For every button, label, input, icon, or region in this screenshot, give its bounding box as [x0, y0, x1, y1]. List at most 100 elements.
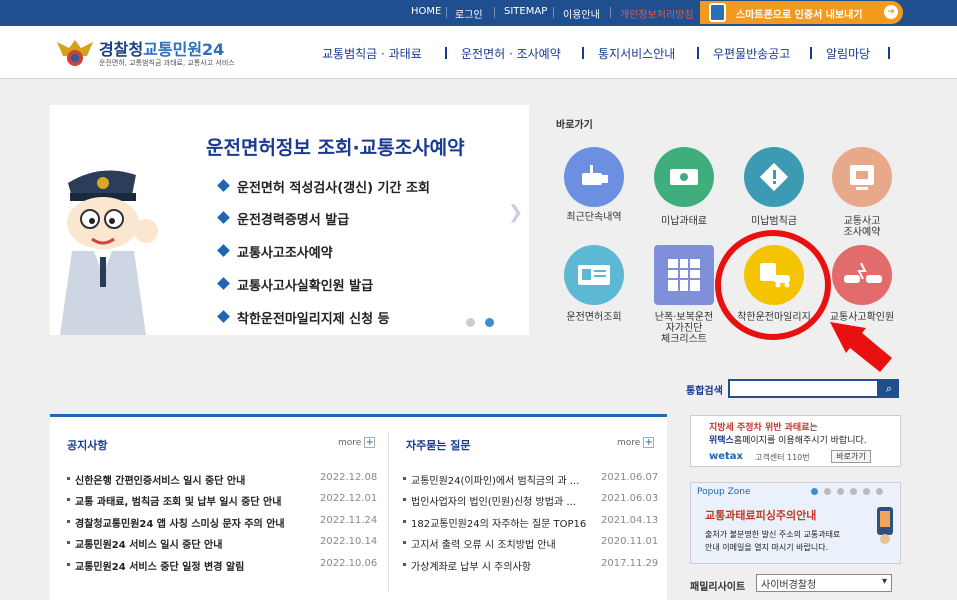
family-site-select[interactable]: 사이버경찰청 ▾	[756, 574, 892, 592]
divider	[445, 47, 447, 59]
faq-row[interactable]: 가상계좌로 납부 시 주의사항	[403, 558, 531, 573]
notices-more-link[interactable]: more +	[338, 437, 376, 448]
guide-link[interactable]: 이용안내	[563, 6, 600, 21]
smartphone-icon	[709, 3, 726, 22]
monitor-icon	[832, 147, 892, 207]
slide-dot-active[interactable]	[485, 318, 494, 327]
faq-date: 2021.06.07	[601, 472, 659, 483]
banner-title: 운전면허정보 조회·교통조사예약	[206, 137, 465, 159]
notice-date: 2022.10.06	[320, 558, 378, 569]
popup-dot[interactable]	[850, 488, 857, 495]
notice-date: 2022.12.01	[320, 493, 378, 504]
privacy-link[interactable]: 개인정보처리방침	[620, 6, 694, 21]
search-icon: ⌕	[885, 382, 893, 395]
camera-icon	[564, 147, 624, 207]
popup-dot[interactable]	[876, 488, 883, 495]
family-site-label: 패밀리사이트	[690, 582, 746, 593]
banner-item: 운전면허 적성검사(갱신) 기간 조회	[237, 181, 430, 196]
banner-item: 운전경력증명서 발급	[237, 213, 350, 228]
warning-icon	[744, 147, 804, 207]
site-logo[interactable]: 경찰청교통민원24 운전면허, 교통범칙금 과태료, 교통사고 서비스	[55, 34, 255, 74]
banner-item: 교통사고사실확인원 발급	[237, 279, 374, 294]
divider	[553, 7, 554, 18]
faq-date: 2021.06.03	[601, 493, 659, 504]
nav-notice[interactable]: 알림마당	[826, 45, 870, 62]
faq-more-link[interactable]: more +	[617, 437, 655, 448]
nav-returned-mail[interactable]: 우편물반송공고	[713, 45, 790, 62]
divider	[446, 7, 447, 18]
notice-row[interactable]: 교통민원24 서비스 중단 일정 변경 알림	[67, 558, 244, 573]
nav-fines[interactable]: 교통범칙금 · 과태료	[322, 45, 422, 62]
quick-link-label: 미납범칙금	[751, 216, 797, 227]
nav-license[interactable]: 운전면허 · 조사예약	[461, 45, 561, 62]
red-arrow-icon	[830, 322, 892, 372]
boards-panel: 공지사항 more + 자주묻는 질문 more + 신한은행 간편인증서비스 일시…	[50, 414, 667, 600]
logo-subtitle: 운전면허, 교통범칙금 과태료, 교통사고 서비스	[99, 59, 235, 67]
wetax-line1: 지방세 주정차 위반 과태료는	[709, 423, 818, 433]
slide-dot[interactable]	[466, 318, 475, 327]
wetax-go-button[interactable]: 바로가기	[831, 450, 871, 463]
diamond-bullet-icon	[217, 179, 230, 192]
banner-item: 착한운전마일리지제 신청 등	[237, 312, 390, 327]
nav-notification[interactable]: 통지서비스안내	[598, 45, 675, 62]
divider	[810, 47, 812, 59]
popup-desc: 출처가 불분명한 발신 주소의 교통과태료	[705, 530, 841, 539]
chevron-down-icon: ▾	[881, 576, 887, 587]
quick-link-label: 교통사고확인원	[829, 312, 895, 323]
diamond-bullet-icon	[217, 211, 230, 224]
checklist-icon	[654, 245, 714, 305]
divider	[888, 47, 890, 59]
search-button[interactable]: ⌕	[879, 379, 899, 398]
divider	[388, 432, 389, 592]
notice-row[interactable]: 경찰청교통민원24 앱 사칭 스미싱 문자 주의 안내	[67, 515, 285, 530]
login-link[interactable]: 로그인	[455, 6, 483, 21]
faq-row[interactable]: 법인사업자의 법인(민원)신청 방법과 ...	[403, 493, 576, 508]
top-utility-bar: HOME 로그인 SITEMAP 이용안내 개인정보처리방침 스마트폰으로 인증…	[0, 0, 957, 26]
wetax-logo: wetax	[709, 451, 743, 462]
notice-date: 2022.12.08	[320, 472, 378, 483]
popup-zone[interactable]: Popup Zone 교통과태료피싱주의안내 출처가 불분명한 발신 주소의 교…	[690, 482, 901, 564]
notice-date: 2022.10.14	[320, 536, 378, 547]
phishing-hand-icon	[877, 507, 893, 544]
home-link[interactable]: HOME	[411, 6, 441, 17]
faq-date: 2021.04.13	[601, 515, 659, 526]
car-crash-icon	[832, 245, 892, 305]
notices-title: 공지사항	[67, 439, 108, 452]
export-cert-label: 스마트폰으로 인증서 내보내기	[736, 10, 863, 21]
arrow-right-icon: ➜	[884, 5, 898, 19]
sitemap-link[interactable]: SITEMAP	[504, 6, 547, 17]
diamond-bullet-icon	[217, 244, 230, 257]
popup-title: 교통과태료피싱주의안내	[705, 509, 817, 522]
quick-link-label: 난폭·보복운전 자가진단 체크리스트	[654, 312, 714, 345]
popup-dot[interactable]	[863, 488, 870, 495]
faq-date: 2017.11.29	[601, 558, 659, 569]
faq-row[interactable]: 고지서 출력 오류 시 조치방법 안내	[403, 536, 556, 551]
popup-dot[interactable]	[824, 488, 831, 495]
quick-link-label: 최근단속내역	[566, 212, 622, 223]
notice-row[interactable]: 교통 과태료, 범칙금 조회 및 납부 일시 중단 안내	[67, 493, 281, 508]
divider	[610, 7, 611, 18]
popup-zone-title: Popup Zone	[697, 487, 751, 497]
main-banner[interactable]: 운전면허정보 조회·교통조사예약 운전면허 적성검사(갱신) 기간 조회 운전경…	[50, 105, 529, 335]
export-cert-button[interactable]: 스마트폰으로 인증서 내보내기 ➜	[700, 1, 903, 24]
wetax-center: 고객센터 110번	[755, 453, 810, 462]
license-icon	[564, 245, 624, 305]
site-header: 경찰청교통민원24 운전면허, 교통범칙금 과태료, 교통사고 서비스 교통범칙…	[0, 26, 957, 79]
search-label: 통합검색	[686, 386, 723, 397]
divider	[582, 47, 584, 59]
notice-row[interactable]: 신한은행 간편인증서비스 일시 중단 안내	[67, 472, 245, 487]
popup-dot[interactable]	[837, 488, 844, 495]
quick-link-label: 미납과태료	[661, 216, 707, 227]
search-input[interactable]	[728, 379, 879, 398]
popup-dot-active[interactable]	[811, 488, 818, 495]
faq-date: 2020.11.01	[601, 536, 659, 547]
quick-link-label: 교통사고 조사예약	[843, 216, 881, 238]
faq-row[interactable]: 교통민원24(이파인)에서 범칙금의 과 ...	[403, 472, 579, 487]
faq-row[interactable]: 182교통민원24의 자주하는 질문 TOP16	[403, 515, 586, 530]
chevron-right-icon[interactable]: ❯	[508, 202, 523, 223]
notice-date: 2022.11.24	[320, 515, 378, 526]
police-mascot-illustration	[50, 105, 170, 335]
faq-title: 자주묻는 질문	[406, 439, 471, 452]
wetax-banner[interactable]: 지방세 주정차 위반 과태료는 위택스홈페이지를 이용해주시기 바랍니다. we…	[690, 415, 901, 467]
notice-row[interactable]: 교통민원24 서비스 일시 중단 안내	[67, 536, 222, 551]
